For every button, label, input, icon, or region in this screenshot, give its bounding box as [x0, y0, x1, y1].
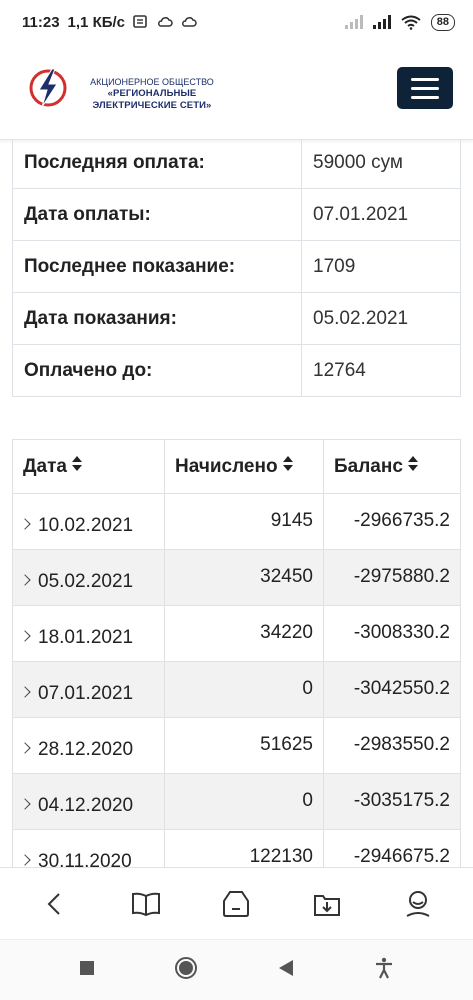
table-row[interactable]: 30.11.2020 122130 -2946675.2	[12, 829, 461, 867]
row-charged: 32450	[164, 549, 324, 606]
row-date: 30.11.2020	[38, 851, 132, 867]
expand-chevron-icon[interactable]	[19, 574, 31, 586]
row-date: 07.01.2021	[38, 683, 134, 704]
site-header: АКЦИОНЕРНОЕ ОБЩЕСТВО «РЕГИОНАЛЬНЫЕ ЭЛЕКТ…	[0, 44, 473, 140]
row-balance: -3008330.2	[323, 605, 461, 662]
row-date-cell[interactable]: 05.02.2021	[12, 549, 165, 606]
table-row[interactable]: 05.02.2021 32450 -2975880.2	[12, 549, 461, 606]
signal-icon	[344, 15, 363, 29]
info-label: Дата показания:	[12, 292, 302, 345]
row-date-cell[interactable]: 04.12.2020	[12, 773, 165, 830]
column-header-date[interactable]: Дата	[12, 439, 165, 494]
recent-apps-icon[interactable]	[79, 960, 95, 981]
bookmarks-icon[interactable]	[124, 882, 168, 926]
table-row[interactable]: 28.12.2020 51625 -2983550.2	[12, 717, 461, 774]
column-header-charged[interactable]: Начислено	[164, 439, 324, 494]
row-date-cell[interactable]: 18.01.2021	[12, 605, 165, 662]
info-row-payment-date: Дата оплаты: 07.01.2021	[12, 188, 461, 241]
table-row[interactable]: 04.12.2020 0 -3035175.2	[12, 773, 461, 830]
row-balance: -3035175.2	[323, 773, 461, 830]
network-speed: 1,1 КБ/с	[67, 13, 126, 31]
battery-indicator: 88	[430, 13, 455, 31]
row-date-cell[interactable]: 07.01.2021	[12, 661, 165, 718]
sort-icon[interactable]	[407, 456, 418, 472]
row-date: 05.02.2021	[38, 571, 134, 592]
tabs-icon[interactable]	[214, 882, 258, 926]
accessibility-icon[interactable]	[374, 957, 394, 984]
row-charged: 122130	[164, 829, 324, 867]
table-row[interactable]: 18.01.2021 34220 -3008330.2	[12, 605, 461, 662]
status-time: 11:23	[22, 13, 60, 31]
back-icon[interactable]	[33, 882, 77, 926]
signal-icon-2	[372, 15, 391, 29]
account-info-table: Последняя оплата: 59000 сум Дата оплаты:…	[12, 140, 461, 397]
info-value: 12764	[301, 344, 461, 397]
info-row-paid-until: Оплачено до: 12764	[12, 344, 461, 397]
table-row[interactable]: 10.02.2021 9145 -2966735.2	[12, 493, 461, 550]
row-charged: 0	[164, 773, 324, 830]
company-name-line1: АКЦИОНЕРНОЕ ОБЩЕСТВО	[90, 77, 214, 87]
row-charged: 34220	[164, 605, 324, 662]
notification-app-icon	[133, 15, 147, 28]
info-row-last-reading: Последнее показание: 1709	[12, 240, 461, 293]
company-logo-icon[interactable]	[26, 66, 70, 110]
row-balance: -2946675.2	[323, 829, 461, 867]
cloud-sync-icon	[182, 17, 197, 27]
profile-icon[interactable]	[396, 882, 440, 926]
row-date: 18.01.2021	[38, 627, 134, 648]
downloads-icon[interactable]	[305, 882, 349, 926]
expand-chevron-icon[interactable]	[19, 518, 31, 530]
info-value: 07.01.2021	[301, 188, 461, 241]
history-table: Дата Начислено Баланс 10.02.2021 9145 -2…	[12, 439, 461, 867]
row-balance: -2966735.2	[323, 493, 461, 550]
cloud-icon	[158, 17, 173, 27]
row-date-cell[interactable]: 10.02.2021	[12, 493, 165, 550]
table-row[interactable]: 07.01.2021 0 -3042550.2	[12, 661, 461, 718]
history-header-row: Дата Начислено Баланс	[12, 439, 461, 494]
column-header-label: Дата	[23, 455, 67, 477]
sort-icon[interactable]	[282, 456, 293, 472]
status-bar: 11:23 1,1 КБ/с 88	[0, 0, 473, 44]
row-balance: -3042550.2	[323, 661, 461, 718]
browser-toolbar	[0, 867, 473, 939]
info-row-reading-date: Дата показания: 05.02.2021	[12, 292, 461, 345]
info-value: 05.02.2021	[301, 292, 461, 345]
page-content[interactable]: Последняя оплата: 59000 сум Дата оплаты:…	[0, 140, 473, 867]
hamburger-menu-icon[interactable]	[397, 67, 453, 109]
expand-chevron-icon[interactable]	[19, 742, 31, 754]
row-date-cell[interactable]: 28.12.2020	[12, 717, 165, 774]
row-balance: -2983550.2	[323, 717, 461, 774]
sort-icon[interactable]	[71, 456, 82, 472]
info-value: 1709	[301, 240, 461, 293]
row-charged: 0	[164, 661, 324, 718]
expand-chevron-icon[interactable]	[19, 798, 31, 810]
expand-chevron-icon[interactable]	[19, 854, 31, 866]
company-name[interactable]: АКЦИОНЕРНОЕ ОБЩЕСТВО «РЕГИОНАЛЬНЫЕ ЭЛЕКТ…	[72, 76, 232, 112]
wifi-icon	[401, 15, 421, 30]
info-label: Последнее показание:	[12, 240, 302, 293]
row-charged: 51625	[164, 717, 324, 774]
row-date: 28.12.2020	[38, 739, 134, 760]
info-label: Дата оплаты:	[12, 188, 302, 241]
info-label: Последняя оплата:	[12, 140, 302, 189]
info-value: 59000 сум	[301, 140, 461, 189]
company-name-line2: «РЕГИОНАЛЬНЫЕ ЭЛЕКТРИЧЕСКИЕ СЕТИ»	[92, 88, 212, 111]
expand-chevron-icon[interactable]	[19, 686, 31, 698]
home-icon[interactable]	[174, 956, 198, 985]
column-header-label: Начислено	[175, 455, 278, 477]
row-date: 10.02.2021	[38, 515, 134, 536]
info-label: Оплачено до:	[12, 344, 302, 397]
column-header-label: Баланс	[334, 455, 403, 477]
system-back-icon[interactable]	[277, 959, 295, 982]
expand-chevron-icon[interactable]	[19, 630, 31, 642]
info-row-last-payment: Последняя оплата: 59000 сум	[12, 140, 461, 189]
row-balance: -2975880.2	[323, 549, 461, 606]
row-date: 04.12.2020	[38, 795, 134, 816]
system-nav-bar	[0, 939, 473, 1000]
column-header-balance[interactable]: Баланс	[323, 439, 461, 494]
row-date-cell[interactable]: 30.11.2020	[12, 829, 165, 867]
row-charged: 9145	[164, 493, 324, 550]
